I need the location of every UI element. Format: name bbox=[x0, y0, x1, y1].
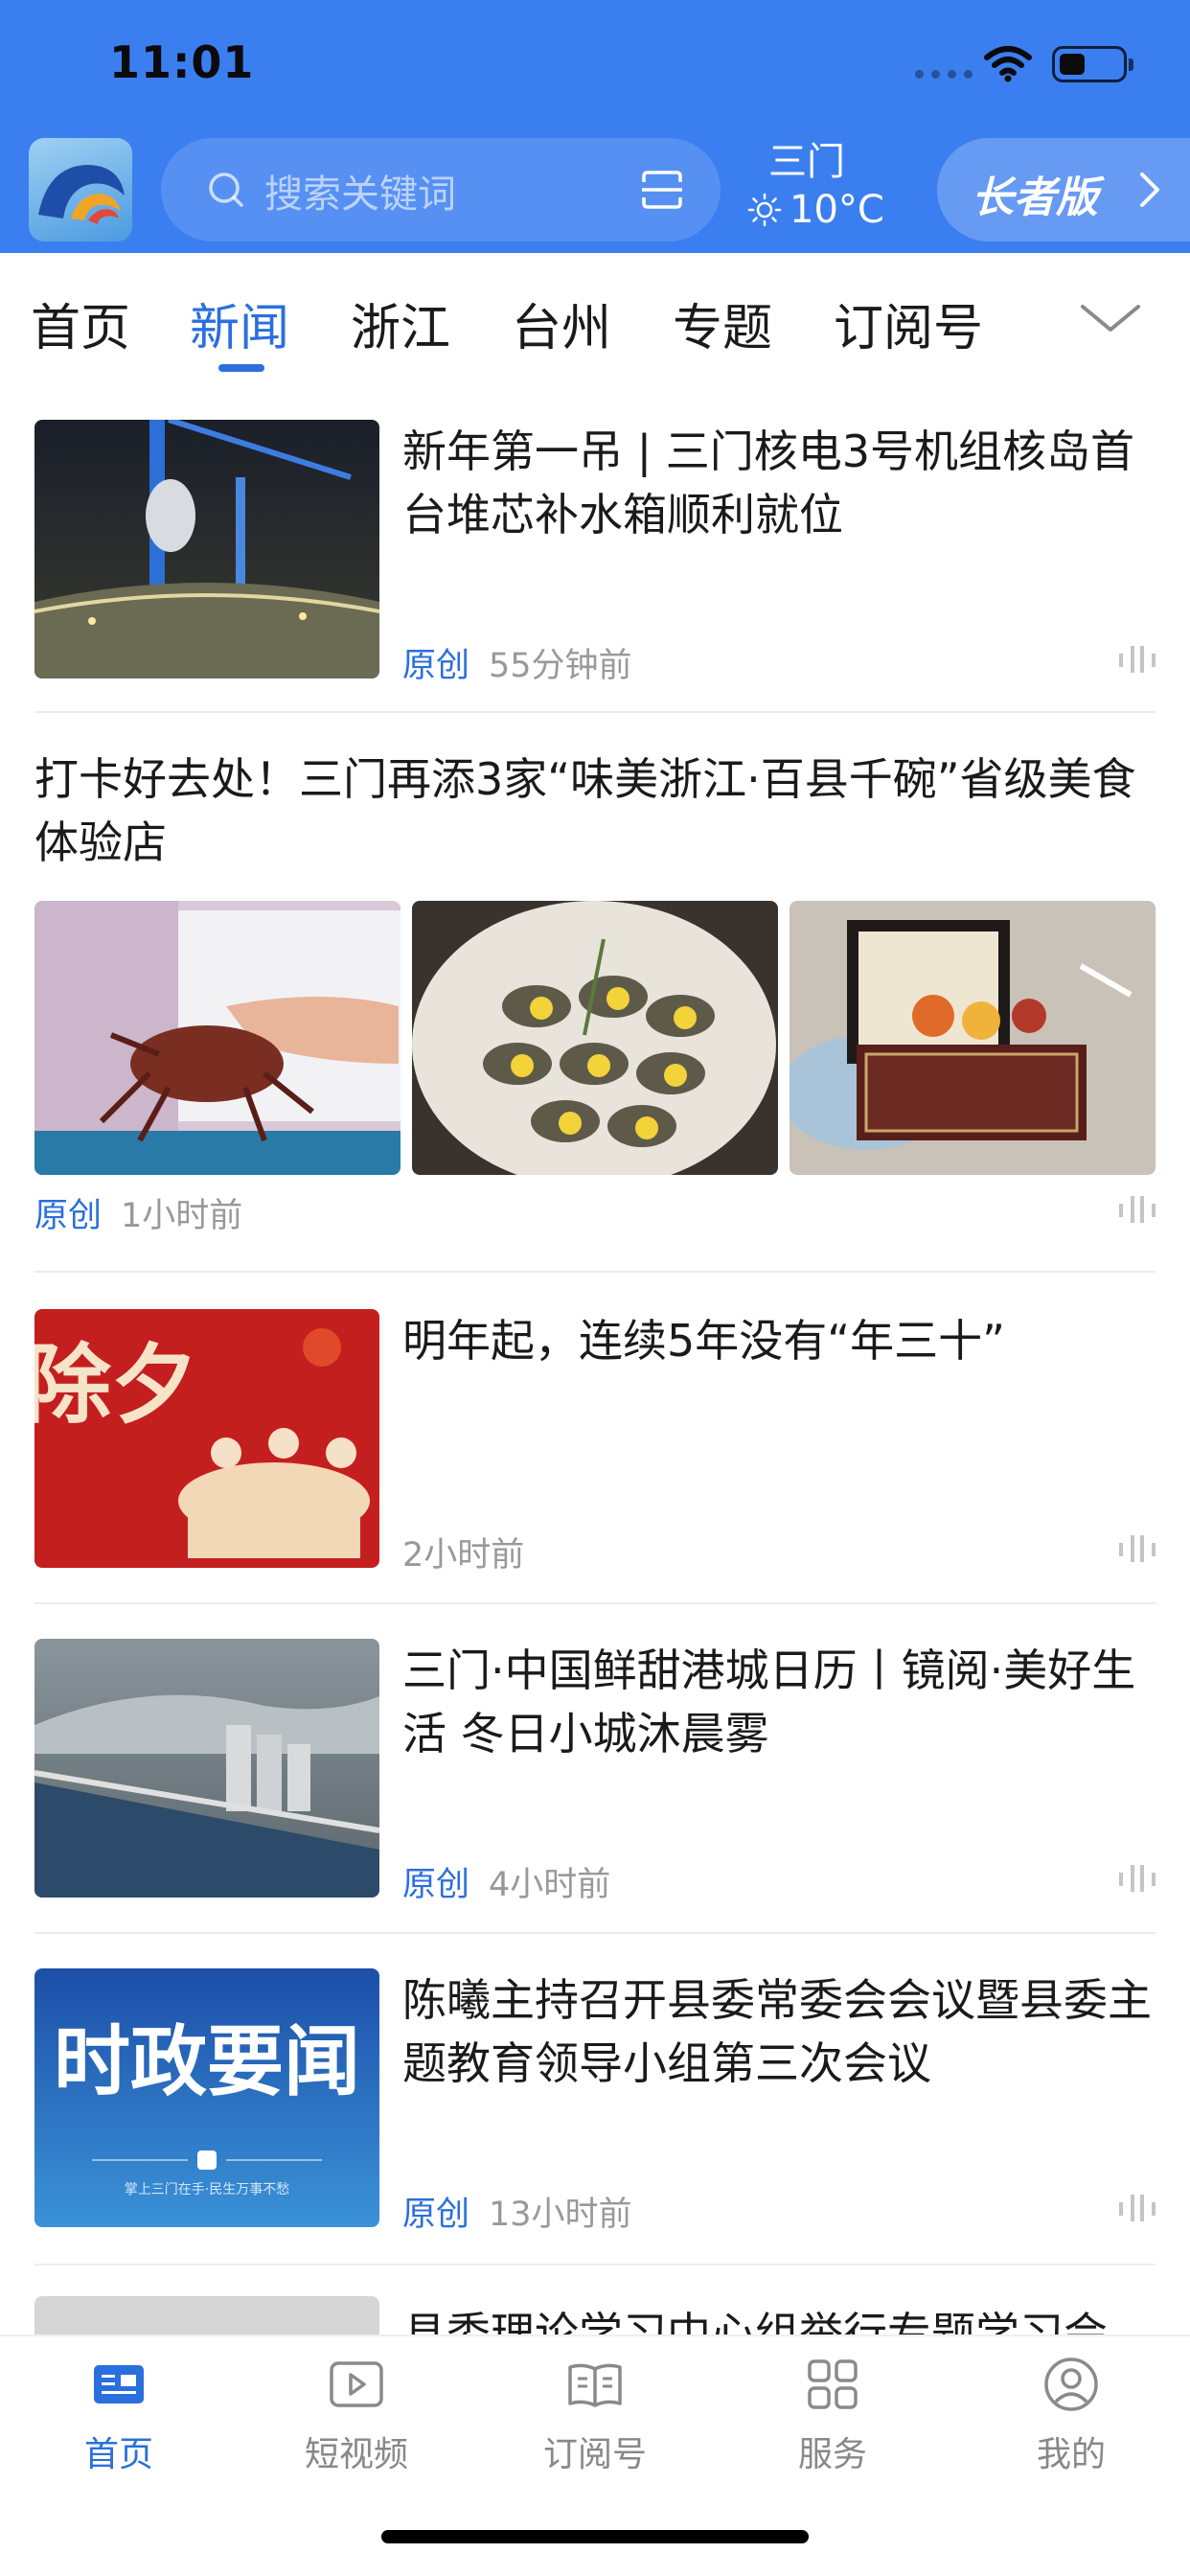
article-thumbnail: 时政要闻 掌上三门在手·民生万事不愁 bbox=[34, 1968, 379, 2227]
cellular-signal-icon bbox=[915, 70, 973, 79]
news-item[interactable]: 三门·中国鲜甜港城日历丨镜阅·美好生活 冬日小城沐晨雾 原创 4小时前 bbox=[34, 1606, 1156, 1934]
active-tab-indicator bbox=[218, 364, 264, 372]
home-indicator[interactable] bbox=[381, 2530, 809, 2543]
article-title: 打卡好去处！三门再添3家“味美浙江·百县千碗”省级美食体验店 bbox=[34, 753, 1136, 868]
chevron-down-icon[interactable] bbox=[1079, 301, 1142, 335]
article-meta: 原创 13小时前 bbox=[402, 2187, 632, 2236]
news-icon bbox=[94, 2365, 144, 2404]
article-time: 55分钟前 bbox=[489, 647, 632, 685]
weather-widget[interactable]: 10°C bbox=[747, 188, 884, 232]
news-item[interactable]: 打卡好去处！三门再添3家“味美浙江·百县千碗”省级美食体验店 原创 1小时前 bbox=[34, 715, 1156, 1273]
weather-city[interactable]: 三门 bbox=[767, 130, 847, 186]
image-caption-headline: 时政要闻 bbox=[54, 2017, 360, 2106]
article-time: 4小时前 bbox=[489, 1866, 611, 1904]
article-meta: 2小时前 bbox=[402, 1528, 524, 1576]
news-item[interactable]: 县委理论学习中心组举行专题学习会 bbox=[34, 2267, 1156, 2555]
search-placeholder: 搜索关键词 bbox=[264, 172, 456, 217]
article-title: 陈曦主持召开县委常委会会议暨县委主题教育领导小组第三次会议 bbox=[402, 1974, 1152, 2089]
tab-zhejiang[interactable]: 浙江 bbox=[351, 288, 450, 359]
status-time: 11:01 bbox=[109, 36, 255, 88]
article-title: 新年第一吊 | 三门核电3号机组核岛首台堆芯补水箱顺利就位 bbox=[402, 426, 1135, 540]
tab-taizhou[interactable]: 台州 bbox=[512, 288, 611, 359]
article-time: 2小时前 bbox=[402, 1536, 525, 1575]
article-thumbnail: 除夕 bbox=[34, 1309, 379, 1568]
video-icon bbox=[330, 2361, 383, 2407]
search-bar[interactable]: 搜索关键词 bbox=[161, 138, 721, 242]
sun-icon bbox=[747, 193, 782, 227]
user-icon bbox=[1044, 2358, 1098, 2411]
article-title: 三门·中国鲜甜港城日历丨镜阅·美好生活 冬日小城沐晨雾 bbox=[402, 1644, 1136, 1760]
article-meta: 原创 1小时前 bbox=[34, 1188, 242, 1237]
original-badge: 原创 bbox=[402, 647, 470, 685]
more-options-icon[interactable] bbox=[1117, 1192, 1156, 1227]
original-badge: 原创 bbox=[34, 1197, 103, 1235]
elder-mode-button[interactable]: 长者版 bbox=[937, 138, 1190, 242]
seafood-dish-photo bbox=[412, 901, 778, 1175]
tab-home[interactable]: 首页 bbox=[31, 288, 130, 359]
article-time: 13小时前 bbox=[489, 2196, 632, 2234]
nav-profile[interactable]: 我的 bbox=[1004, 2356, 1138, 2476]
original-badge: 原创 bbox=[402, 1866, 470, 1904]
original-badge: 原创 bbox=[402, 2196, 470, 2234]
tab-subscriptions[interactable]: 订阅号 bbox=[834, 288, 983, 359]
article-thumbnail bbox=[34, 1639, 379, 1898]
battery-icon bbox=[1052, 46, 1133, 82]
food-box-photo bbox=[790, 901, 1156, 1175]
scan-icon[interactable] bbox=[640, 169, 684, 211]
crab-photo bbox=[34, 901, 400, 1175]
news-item[interactable]: 时政要闻 掌上三门在手·民生万事不愁 陈曦主持召开县委常委会会议暨县委主题教育领… bbox=[34, 1936, 1156, 2266]
nav-services[interactable]: 服务 bbox=[766, 2356, 900, 2476]
article-title: 明年起，连续5年没有“年三十” bbox=[402, 1315, 1005, 1367]
article-meta: 原创 4小时前 bbox=[402, 1857, 610, 1906]
article-image-row bbox=[34, 901, 1156, 1175]
more-options-icon[interactable] bbox=[1117, 642, 1156, 677]
article-meta: 原创 55分钟前 bbox=[402, 638, 632, 687]
more-options-icon[interactable] bbox=[1117, 1861, 1156, 1896]
tab-special[interactable]: 专题 bbox=[673, 288, 772, 359]
news-item[interactable]: 新年第一吊 | 三门核电3号机组核岛首台堆芯补水箱顺利就位 原创 55分钟前 bbox=[34, 402, 1156, 713]
channel-tabs: 首页 新闻 浙江 台州 专题 订阅号 bbox=[0, 253, 1190, 378]
search-icon bbox=[209, 172, 243, 207]
wifi-icon bbox=[984, 46, 1032, 82]
nav-label: 订阅号 bbox=[542, 2435, 647, 2474]
image-caption-chuxi: 除夕 bbox=[34, 1334, 197, 1436]
article-thumbnail bbox=[34, 420, 379, 678]
image-caption-slogan: 掌上三门在手·民生万事不愁 bbox=[125, 2182, 289, 2197]
news-item[interactable]: 除夕 明年起，连续5年没有“年三十” 2小时前 bbox=[34, 1275, 1156, 1604]
article-time: 1小时前 bbox=[121, 1197, 243, 1235]
nav-subscriptions[interactable]: 订阅号 bbox=[528, 2356, 662, 2476]
chevron-right-icon bbox=[1140, 172, 1159, 207]
nav-short-video[interactable]: 短视频 bbox=[289, 2356, 423, 2476]
weather-temperature: 10°C bbox=[790, 188, 884, 232]
book-icon bbox=[568, 2363, 622, 2407]
tab-news[interactable]: 新闻 bbox=[190, 288, 289, 359]
more-options-icon[interactable] bbox=[1117, 2191, 1156, 2225]
app-header: 11:01 搜索关键词 三门 10°C 长者版 bbox=[0, 0, 1190, 253]
grid-icon bbox=[808, 2359, 858, 2409]
nav-home[interactable]: 首页 bbox=[52, 2356, 186, 2476]
elder-mode-label: 长者版 bbox=[972, 173, 1098, 222]
more-options-icon[interactable] bbox=[1117, 1531, 1156, 1566]
nav-label: 短视频 bbox=[304, 2435, 408, 2474]
nav-label: 我的 bbox=[1036, 2435, 1106, 2474]
app-logo[interactable] bbox=[29, 138, 132, 242]
nav-label: 首页 bbox=[83, 2435, 153, 2474]
nav-label: 服务 bbox=[797, 2435, 867, 2474]
